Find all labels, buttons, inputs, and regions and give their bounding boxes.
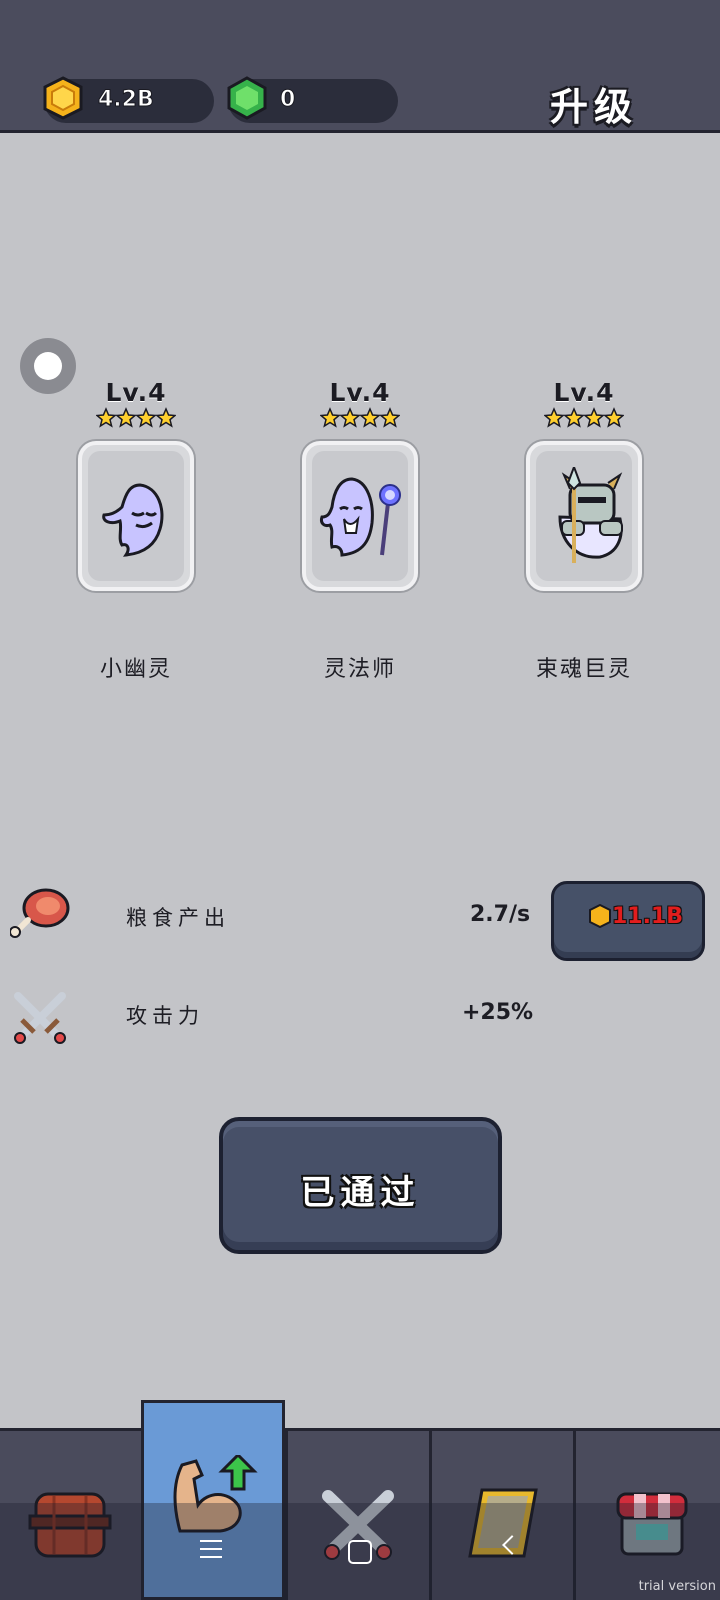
watermark: trial version <box>638 1579 716 1594</box>
food-output-value: 2.7/s <box>470 902 531 927</box>
ghost-icon <box>102 483 164 557</box>
hero-slot-1[interactable]: Lv.4 小幽灵 <box>56 378 216 683</box>
toggle-dot <box>34 352 62 380</box>
hero-card[interactable] <box>526 441 642 591</box>
passed-button[interactable]: 已通过 <box>219 1117 502 1254</box>
gold-coin-icon <box>589 904 611 928</box>
hero-name: 灵法师 <box>323 657 396 682</box>
upgrade-cost: 11.1B <box>612 904 684 929</box>
gold-amount: 4.2B <box>98 87 155 113</box>
star-rating <box>56 407 216 431</box>
hero-card[interactable] <box>302 441 418 591</box>
attack-value: +25% <box>462 1000 534 1025</box>
hero-slot-3[interactable]: Lv.4 束魂巨灵 <box>504 378 664 683</box>
hero-slot-2[interactable]: Lv.4 灵法师 <box>280 378 440 683</box>
meat-icon <box>10 888 70 938</box>
gem-counter[interactable]: 0 <box>227 76 398 123</box>
hero-level: Lv.4 <box>329 378 391 407</box>
passed-button-label: 已通过 <box>300 1173 421 1213</box>
gem-amount: 0 <box>279 87 296 113</box>
hero-level: Lv.4 <box>553 378 615 407</box>
hero-name: 小幽灵 <box>99 657 172 682</box>
star-rating <box>280 407 440 431</box>
attack-label: 攻击力 <box>126 1004 204 1028</box>
hero-name: 束魂巨灵 <box>535 657 632 682</box>
hero-level: Lv.4 <box>105 378 167 407</box>
gold-coin-icon <box>43 76 83 120</box>
ghost-mage-icon <box>320 477 401 557</box>
attack-row: 攻击力 +25% <box>0 982 720 1052</box>
upgrade-cost-button[interactable]: 11.1B <box>551 881 705 961</box>
page-title: 升级 <box>549 85 638 129</box>
gold-counter[interactable]: 4.2B <box>43 76 214 123</box>
crossed-swords-icon <box>14 992 66 1044</box>
star-rating <box>504 407 664 431</box>
home-icon[interactable] <box>348 1540 372 1564</box>
armored-ghost-icon <box>558 467 623 563</box>
menu-icon[interactable] <box>200 1540 222 1558</box>
hero-card[interactable] <box>78 441 194 591</box>
green-gem-icon <box>227 76 267 120</box>
food-output-label: 粮食产出 <box>126 906 230 930</box>
